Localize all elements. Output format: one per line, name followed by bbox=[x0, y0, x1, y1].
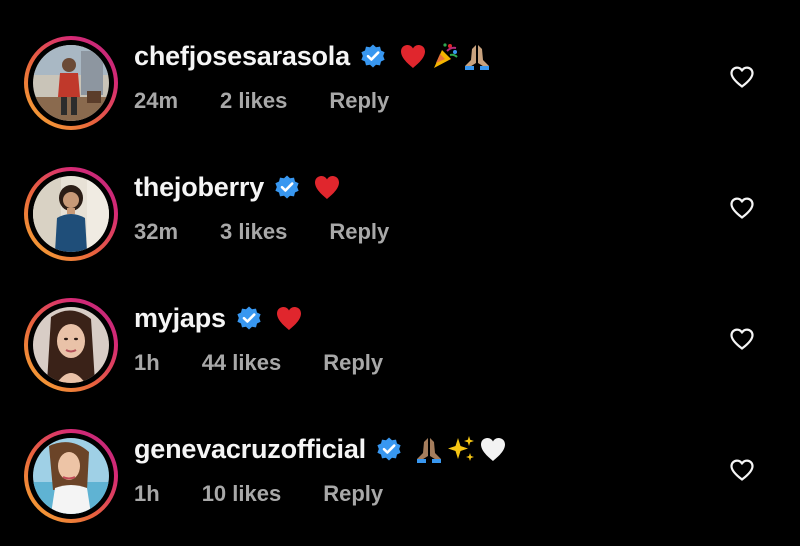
folded-hands-icon bbox=[464, 45, 489, 70]
avatar[interactable] bbox=[33, 307, 109, 383]
comment-text bbox=[312, 172, 344, 202]
verified-badge-icon bbox=[361, 44, 385, 68]
party-popper-icon bbox=[433, 43, 458, 68]
red-heart-icon bbox=[276, 307, 301, 330]
comment-username[interactable]: chefjosesarasola bbox=[134, 41, 350, 72]
reply-button[interactable]: Reply bbox=[329, 219, 389, 245]
white-heart-icon bbox=[480, 438, 505, 461]
comment-item: genevacruzofficial 1h 10 likes Reply bbox=[0, 415, 800, 546]
reply-button[interactable]: Reply bbox=[329, 88, 389, 114]
comment-likes-count[interactable]: 44 likes bbox=[202, 350, 282, 376]
comment-item: thejoberry 32m 3 likes Reply bbox=[0, 153, 800, 284]
avatar[interactable] bbox=[33, 176, 109, 252]
comment-item: myjaps 1h 44 likes Reply bbox=[0, 284, 800, 415]
comment-text bbox=[274, 303, 306, 333]
avatar[interactable] bbox=[33, 45, 109, 121]
comment-text bbox=[398, 41, 494, 71]
red-heart-icon bbox=[400, 45, 425, 68]
comment-username[interactable]: genevacruzofficial bbox=[134, 434, 366, 465]
like-heart-icon[interactable] bbox=[729, 458, 755, 482]
comment-username[interactable]: myjaps bbox=[134, 303, 226, 334]
comment-username[interactable]: thejoberry bbox=[134, 172, 264, 203]
verified-badge-icon bbox=[275, 175, 299, 199]
sparkles-icon bbox=[447, 436, 474, 461]
like-heart-icon[interactable] bbox=[729, 65, 755, 89]
folded-hands-icon bbox=[416, 438, 441, 463]
story-ring[interactable] bbox=[24, 298, 118, 392]
like-heart-icon[interactable] bbox=[729, 327, 755, 351]
story-ring[interactable] bbox=[24, 429, 118, 523]
comment-timestamp: 32m bbox=[134, 219, 179, 244]
reply-button[interactable]: Reply bbox=[323, 350, 383, 376]
comment-timestamp: 24m bbox=[134, 88, 179, 113]
comment-timestamp: 1h bbox=[134, 481, 160, 506]
avatar[interactable] bbox=[33, 438, 109, 514]
red-heart-icon bbox=[315, 176, 340, 199]
reply-button[interactable]: Reply bbox=[323, 481, 383, 507]
story-ring[interactable] bbox=[24, 167, 118, 261]
comment-likes-count[interactable]: 10 likes bbox=[202, 481, 282, 507]
comment-timestamp: 1h bbox=[134, 350, 160, 375]
comment-likes-count[interactable]: 3 likes bbox=[220, 219, 287, 245]
comment-likes-count[interactable]: 2 likes bbox=[220, 88, 287, 114]
comment-item: chefjosesarasola 24m 2 likes Reply bbox=[0, 22, 800, 153]
comment-text bbox=[414, 434, 510, 464]
verified-badge-icon bbox=[237, 306, 261, 330]
story-ring[interactable] bbox=[24, 36, 118, 130]
like-heart-icon[interactable] bbox=[729, 196, 755, 220]
verified-badge-icon bbox=[377, 437, 401, 461]
